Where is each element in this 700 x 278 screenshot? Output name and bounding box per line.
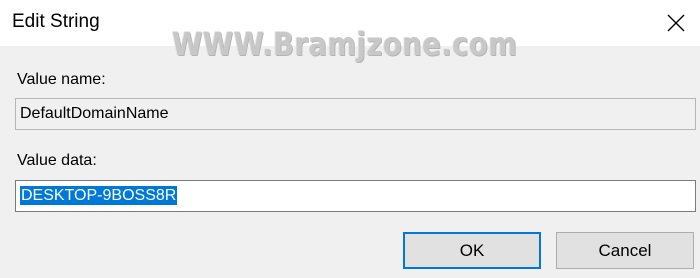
value-name-text: DefaultDomainName (20, 105, 169, 122)
window-title: Edit String (12, 11, 100, 32)
ok-button[interactable]: OK (403, 232, 541, 269)
value-name-field: DefaultDomainName (15, 98, 696, 130)
value-data-selected-text: DESKTOP-9BOSS8R (20, 186, 178, 205)
value-data-input[interactable]: DESKTOP-9BOSS8R (15, 180, 696, 212)
close-button[interactable] (652, 0, 700, 46)
value-data-label: Value data: (17, 152, 97, 169)
watermark-logo: WWW.Bramjzone.com (172, 25, 518, 63)
edit-string-dialog: Edit String WWW.Bramjzone.com Value name… (0, 0, 700, 278)
close-icon (667, 14, 685, 32)
cancel-button[interactable]: Cancel (556, 232, 694, 269)
value-name-label: Value name: (17, 71, 106, 88)
